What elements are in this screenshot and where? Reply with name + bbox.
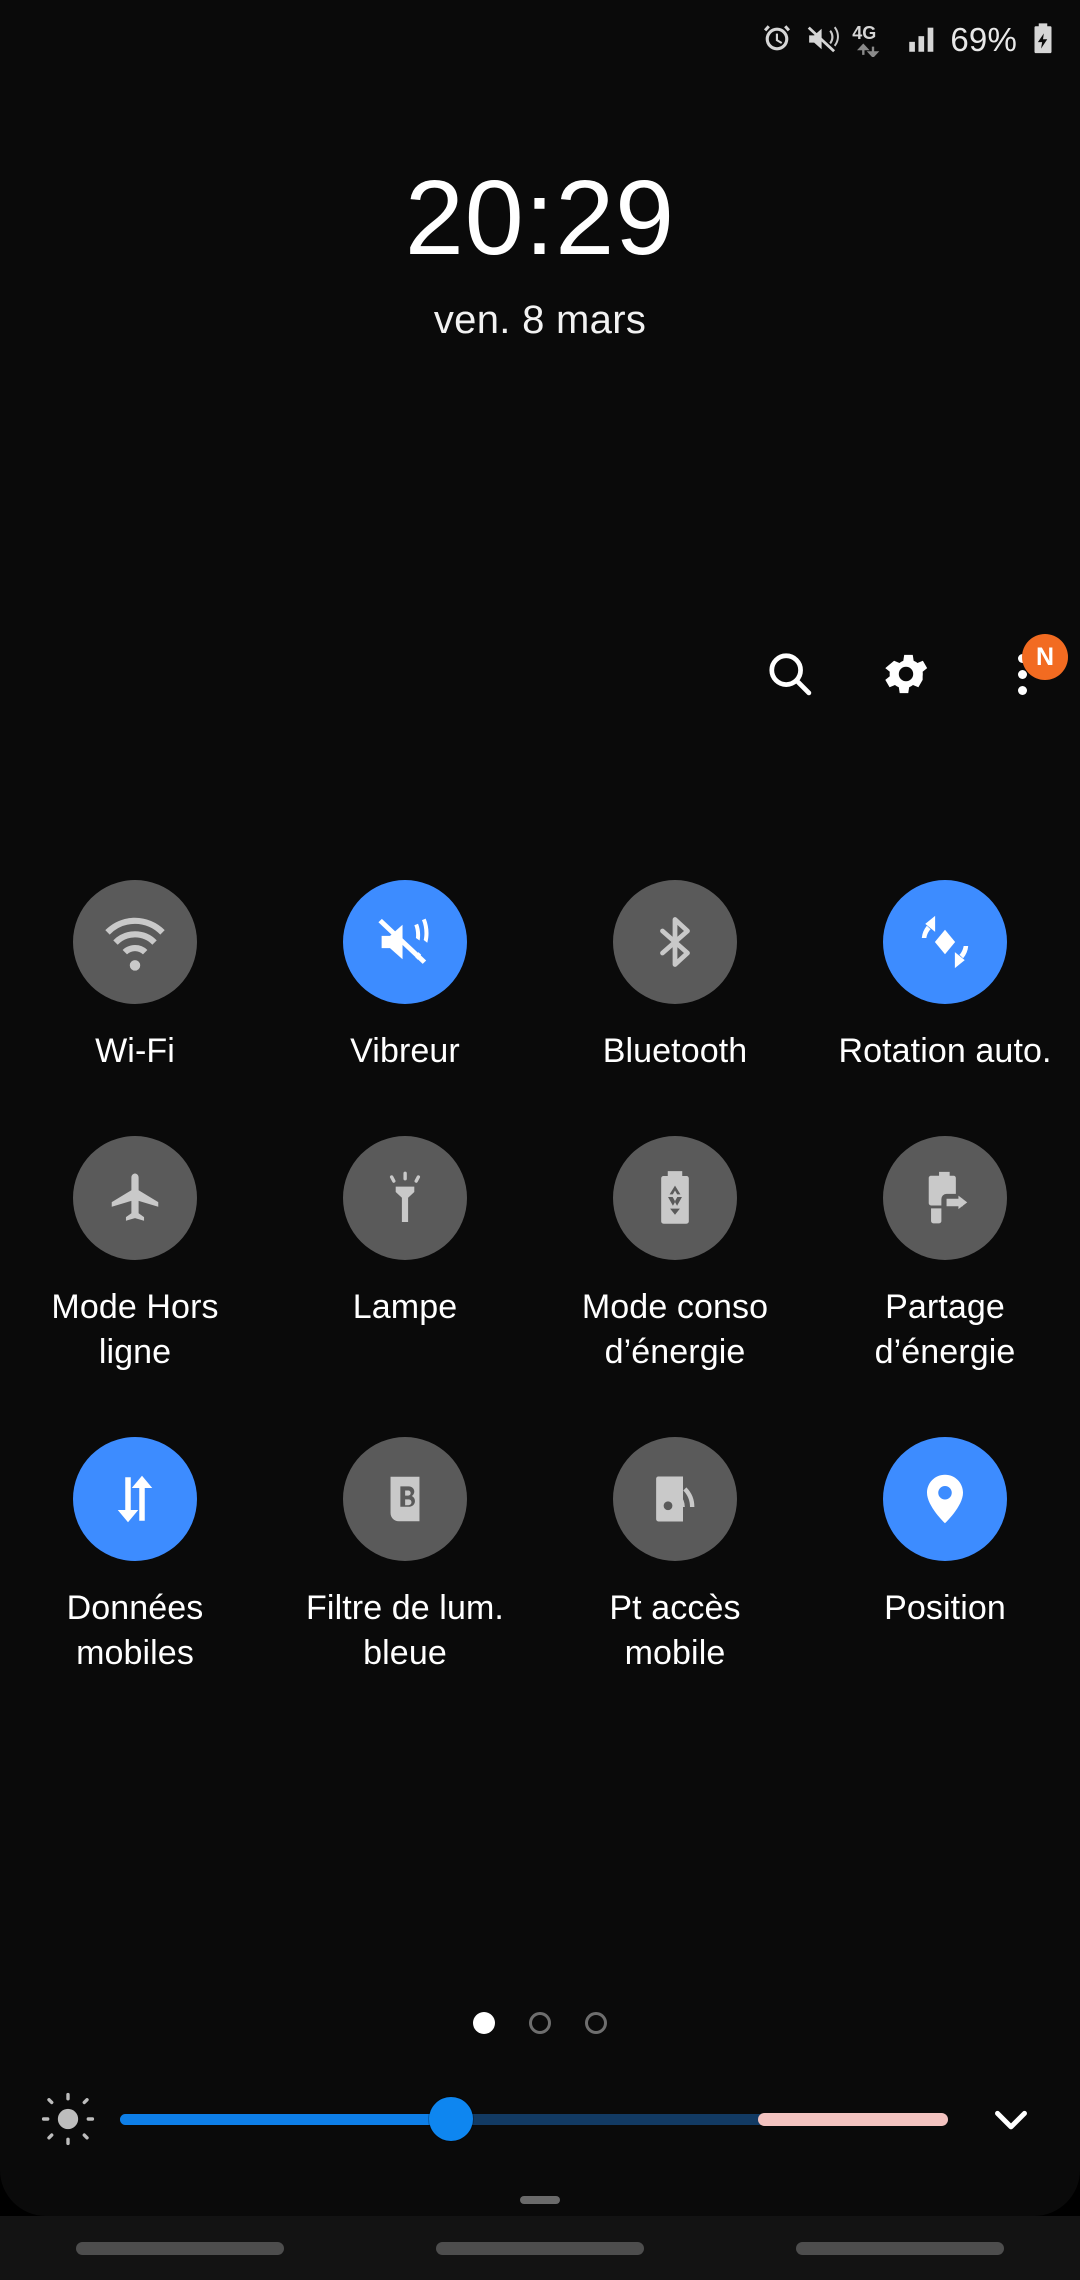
recents-pill[interactable]: [76, 2241, 284, 2255]
auto-rotate-icon: [883, 880, 1007, 1004]
vibrate-icon: [343, 880, 467, 1004]
svg-text:4G: 4G: [853, 23, 877, 43]
slider-end-segment: [757, 2113, 948, 2126]
vibrate-mute-icon: [805, 22, 841, 56]
flashlight-icon: [343, 1135, 467, 1260]
tile-lampe[interactable]: Lampe: [270, 1135, 540, 1375]
tile-vibreur[interactable]: Vibreur: [270, 880, 540, 1074]
tile-rotation-auto[interactable]: Rotation auto.: [810, 880, 1080, 1074]
tile-label: Pt accès mobile: [609, 1588, 741, 1672]
panel-drag-handle[interactable]: [520, 2196, 560, 2204]
clock-time[interactable]: 20:29: [0, 162, 1080, 275]
bluetooth-icon: [613, 880, 737, 1004]
tile-label: Données mobiles: [66, 1588, 204, 1672]
network-4g-icon: 4G: [852, 21, 894, 57]
quick-settings-panel: 4G 69% 20:29 ven. 8 mars N Wi-Fi Vibreur…: [0, 0, 1080, 2216]
tile-label: Rotation auto.: [838, 1032, 1052, 1070]
tile-label: Partage d’énergie: [874, 1287, 1016, 1371]
slider-fill: [120, 2114, 452, 2125]
tile-mode-hors-ligne[interactable]: Mode Hors ligne: [0, 1135, 270, 1375]
tile-label: Position: [884, 1588, 1006, 1627]
tile-label: Filtre de lum. bleue: [306, 1588, 504, 1672]
tile-partage-energie[interactable]: Partage d’énergie: [810, 1135, 1080, 1375]
notification-badge: N: [1022, 634, 1068, 680]
alarm-icon: [760, 22, 794, 56]
power-saving-icon: [613, 1135, 737, 1260]
expand-panel-button[interactable]: [972, 2092, 1050, 2146]
quick-settings-grid: Wi-Fi Vibreur Bluetooth Rotation auto. M…: [0, 880, 1080, 1675]
mobile-data-icon: [73, 1436, 197, 1561]
slider-thumb[interactable]: [429, 2097, 474, 2141]
battery-percent-label: 69%: [950, 20, 1017, 58]
page-dot-1[interactable]: [473, 2012, 495, 2034]
location-pin-icon: [883, 1436, 1007, 1561]
tile-bluetooth[interactable]: Bluetooth: [540, 880, 810, 1074]
quick-settings-screen: 4G 69% 20:29 ven. 8 mars N Wi-Fi Vibreur…: [0, 0, 1080, 2280]
back-pill[interactable]: [796, 2241, 1004, 2255]
brightness-row: [0, 2090, 1080, 2148]
status-bar: 4G 69%: [0, 0, 1080, 78]
page-dot-2[interactable]: [529, 2012, 551, 2034]
battery-share-icon: [883, 1135, 1007, 1260]
tile-label: Vibreur: [350, 1032, 460, 1070]
blue-light-filter-icon: [343, 1436, 467, 1561]
clock-date[interactable]: ven. 8 mars: [0, 298, 1080, 343]
hotspot-icon: [613, 1436, 737, 1561]
tile-donnees-mobiles[interactable]: Données mobiles: [0, 1436, 270, 1676]
tile-label: Lampe: [352, 1287, 458, 1326]
more-options-button[interactable]: N: [986, 634, 1068, 710]
clock-block[interactable]: 20:29 ven. 8 mars: [0, 162, 1080, 343]
airplane-icon: [73, 1135, 197, 1260]
brightness-slider[interactable]: [120, 2097, 948, 2141]
tile-label: Mode conso d’énergie: [581, 1287, 769, 1371]
tile-label: Wi-Fi: [95, 1032, 175, 1070]
tile-label: Mode Hors ligne: [51, 1287, 219, 1371]
home-pill[interactable]: [436, 2241, 644, 2255]
tile-pt-acces-mobile[interactable]: Pt accès mobile: [540, 1436, 810, 1676]
system-navigation-bar: [0, 2216, 1080, 2280]
tile-filtre-lumiere-bleue[interactable]: Filtre de lum. bleue: [270, 1436, 540, 1676]
page-dot-3[interactable]: [585, 2012, 607, 2034]
tile-mode-conso-energie[interactable]: Mode conso d’énergie: [540, 1135, 810, 1375]
battery-charging-icon: [1028, 22, 1058, 56]
tile-label: Bluetooth: [602, 1032, 748, 1070]
signal-bars-icon: [905, 22, 939, 56]
wifi-icon: [73, 880, 197, 1004]
header-actions: N: [754, 634, 1068, 710]
page-indicator: [0, 2012, 1080, 2034]
brightness-sun-icon: [30, 2090, 106, 2148]
settings-button[interactable]: [870, 638, 942, 710]
search-button[interactable]: [754, 638, 826, 710]
tile-wifi[interactable]: Wi-Fi: [0, 880, 270, 1074]
tile-position[interactable]: Position: [810, 1436, 1080, 1676]
